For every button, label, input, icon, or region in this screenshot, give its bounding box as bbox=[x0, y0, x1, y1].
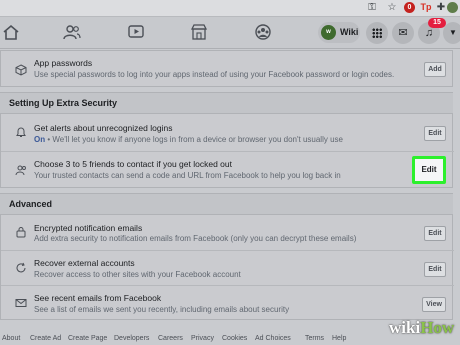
footer-link-developers[interactable]: Developers bbox=[114, 335, 149, 342]
row-desc: Recover access to other sites with your … bbox=[34, 270, 241, 279]
edit-recover-accounts-button[interactable]: Edit bbox=[424, 262, 446, 277]
extra-security-panel: Get alerts about unrecognized logins On … bbox=[0, 114, 454, 188]
notification-badge: 15 bbox=[428, 18, 446, 28]
account-button[interactable]: ▼ bbox=[443, 22, 460, 44]
footer-link-ad-choices[interactable]: Ad Choices bbox=[255, 335, 291, 342]
row-desc: Your trusted contacts can send a code an… bbox=[34, 171, 341, 180]
row-desc-text: • We'll let you know if anyone logs in f… bbox=[45, 135, 343, 144]
footer-link-create-ad[interactable]: Create Ad bbox=[30, 335, 61, 342]
avatar: w bbox=[321, 25, 336, 40]
stop-icon[interactable]: 0 bbox=[404, 2, 415, 13]
footer-link-help[interactable]: Help bbox=[332, 335, 346, 342]
edit-login-alerts-button[interactable]: Edit bbox=[424, 126, 446, 141]
recent-emails-row[interactable]: See recent emails from Facebook See a li… bbox=[1, 285, 454, 320]
friends-icon bbox=[15, 164, 27, 176]
edit-encrypted-emails-button[interactable]: Edit bbox=[424, 226, 446, 241]
profile-chip[interactable]: w Wiki bbox=[318, 22, 360, 43]
bell-icon bbox=[15, 126, 27, 138]
footer-link-about[interactable]: About bbox=[2, 335, 20, 342]
tp-icon[interactable]: Tp bbox=[419, 1, 433, 14]
trusted-contacts-row[interactable]: Choose 3 to 5 friends to contact if you … bbox=[1, 151, 454, 188]
puzzle-icon[interactable]: ✚ bbox=[436, 1, 446, 14]
view-recent-emails-button[interactable]: View bbox=[422, 297, 446, 312]
wikihow-watermark: wikiHow bbox=[389, 318, 454, 338]
unrecognized-logins-row[interactable]: Get alerts about unrecognized logins On … bbox=[1, 114, 454, 151]
home-icon[interactable] bbox=[2, 24, 20, 40]
cube-icon bbox=[15, 64, 27, 76]
lock-icon bbox=[15, 226, 27, 238]
grid-icon bbox=[372, 28, 382, 38]
app-passwords-desc: Use special passwords to log into your a… bbox=[34, 70, 395, 79]
footer-link-cookies[interactable]: Cookies bbox=[222, 335, 247, 342]
marketplace-icon[interactable] bbox=[190, 24, 208, 40]
row-desc: On • We'll let you know if anyone logs i… bbox=[34, 135, 343, 144]
add-app-password-button[interactable]: Add bbox=[424, 62, 446, 77]
row-desc: See a list of emails we sent you recentl… bbox=[34, 305, 290, 314]
watermark-how: How bbox=[420, 318, 455, 337]
menu-button[interactable] bbox=[366, 22, 388, 44]
bell-icon: ♫ bbox=[424, 27, 434, 39]
footer-link-careers[interactable]: Careers bbox=[158, 335, 183, 342]
footer-link-privacy[interactable]: Privacy bbox=[191, 335, 214, 342]
section-title: Setting Up Extra Security bbox=[9, 98, 118, 108]
browser-toolbar: ⚿ ☆ 0 Tp ✚ bbox=[0, 0, 460, 17]
row-title: Encrypted notification emails bbox=[34, 223, 143, 233]
row-title: See recent emails from Facebook bbox=[34, 293, 162, 303]
advanced-header: Advanced bbox=[0, 193, 453, 215]
app-passwords-title: App passwords bbox=[34, 58, 93, 68]
groups-icon[interactable] bbox=[254, 24, 272, 40]
app-passwords-panel: App passwords Use special passwords to l… bbox=[0, 50, 453, 87]
refresh-icon bbox=[15, 262, 27, 274]
profile-name: Wiki bbox=[340, 27, 359, 37]
footer-link-create-page[interactable]: Create Page bbox=[68, 335, 107, 342]
encrypted-emails-row[interactable]: Encrypted notification emails Add extra … bbox=[1, 215, 454, 250]
envelope-icon bbox=[15, 297, 27, 309]
footer-link-terms[interactable]: Terms bbox=[305, 335, 324, 342]
profile-icon[interactable] bbox=[447, 2, 458, 13]
friends-icon[interactable] bbox=[63, 24, 81, 40]
row-title: Recover external accounts bbox=[34, 258, 135, 268]
row-title: Get alerts about unrecognized logins bbox=[34, 123, 173, 133]
advanced-panel: Encrypted notification emails Add extra … bbox=[0, 215, 454, 320]
row-title: Choose 3 to 5 friends to contact if you … bbox=[34, 159, 232, 169]
extra-security-header: Setting Up Extra Security bbox=[0, 92, 453, 114]
section-title: Advanced bbox=[9, 199, 53, 209]
messenger-icon: ✉ bbox=[398, 27, 408, 39]
recover-accounts-row[interactable]: Recover external accounts Recover access… bbox=[1, 250, 454, 285]
star-icon[interactable]: ☆ bbox=[386, 1, 398, 14]
messenger-button[interactable]: ✉ bbox=[392, 22, 414, 44]
watch-icon[interactable] bbox=[127, 24, 145, 40]
edit-trusted-contacts-button[interactable]: Edit bbox=[412, 156, 446, 184]
status-on: On bbox=[34, 135, 46, 144]
key-icon[interactable]: ⚿ bbox=[366, 1, 378, 14]
row-desc: Add extra security to notification email… bbox=[34, 234, 357, 243]
watermark-wiki: wiki bbox=[389, 318, 421, 337]
chevron-down-icon: ▼ bbox=[449, 28, 457, 37]
facebook-nav-bar: w Wiki ✉ ♫ 15 ▼ bbox=[0, 17, 460, 49]
